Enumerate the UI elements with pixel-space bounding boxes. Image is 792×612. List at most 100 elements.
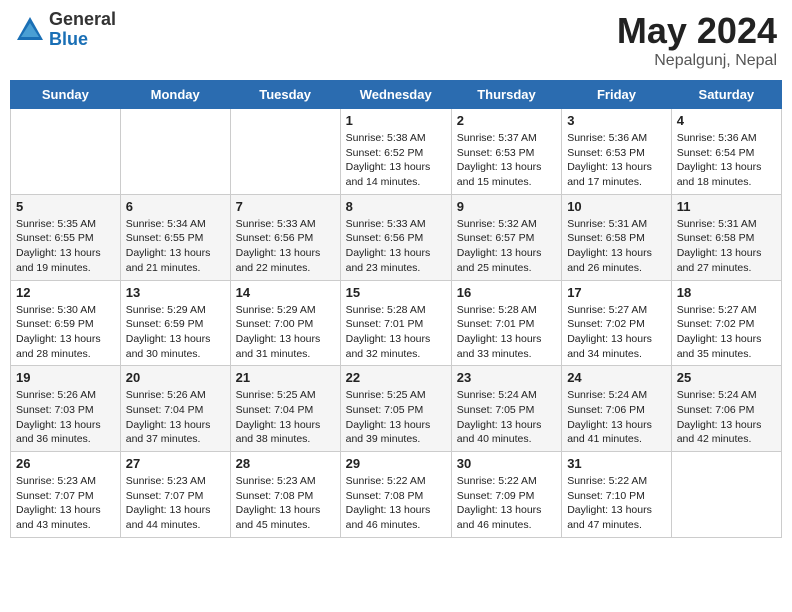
- calendar-cell-day-3: 3Sunrise: 5:36 AMSunset: 6:53 PMDaylight…: [562, 109, 672, 195]
- cell-line: Daylight: 13 hours and 27 minutes.: [677, 246, 776, 275]
- calendar-week-2: 5Sunrise: 5:35 AMSunset: 6:55 PMDaylight…: [11, 194, 782, 280]
- day-number: 23: [457, 370, 556, 385]
- cell-content: Sunrise: 5:29 AMSunset: 6:59 PMDaylight:…: [126, 303, 225, 362]
- cell-content: Sunrise: 5:24 AMSunset: 7:06 PMDaylight:…: [677, 388, 776, 447]
- day-number: 15: [346, 285, 446, 300]
- logo-blue: Blue: [49, 30, 116, 50]
- cell-content: Sunrise: 5:25 AMSunset: 7:04 PMDaylight:…: [236, 388, 335, 447]
- cell-line: Daylight: 13 hours and 46 minutes.: [346, 503, 446, 532]
- calendar-cell-day-23: 23Sunrise: 5:24 AMSunset: 7:05 PMDayligh…: [451, 366, 561, 452]
- cell-line: Daylight: 13 hours and 28 minutes.: [16, 332, 115, 361]
- calendar-cell-day-18: 18Sunrise: 5:27 AMSunset: 7:02 PMDayligh…: [671, 280, 781, 366]
- cell-line: Sunset: 6:57 PM: [457, 231, 556, 246]
- cell-line: Sunrise: 5:24 AM: [457, 388, 556, 403]
- day-number: 22: [346, 370, 446, 385]
- cell-content: Sunrise: 5:32 AMSunset: 6:57 PMDaylight:…: [457, 217, 556, 276]
- day-header-tuesday: Tuesday: [230, 81, 340, 109]
- cell-line: Daylight: 13 hours and 33 minutes.: [457, 332, 556, 361]
- day-number: 20: [126, 370, 225, 385]
- day-number: 27: [126, 456, 225, 471]
- cell-line: Sunset: 7:04 PM: [236, 403, 335, 418]
- cell-line: Sunset: 6:55 PM: [126, 231, 225, 246]
- day-number: 6: [126, 199, 225, 214]
- calendar-cell-day-6: 6Sunrise: 5:34 AMSunset: 6:55 PMDaylight…: [120, 194, 230, 280]
- cell-line: Sunrise: 5:24 AM: [677, 388, 776, 403]
- cell-line: Sunset: 6:55 PM: [16, 231, 115, 246]
- cell-line: Sunrise: 5:25 AM: [236, 388, 335, 403]
- cell-line: Sunrise: 5:32 AM: [457, 217, 556, 232]
- day-number: 12: [16, 285, 115, 300]
- calendar-cell-day-5: 5Sunrise: 5:35 AMSunset: 6:55 PMDaylight…: [11, 194, 121, 280]
- cell-line: Sunrise: 5:36 AM: [567, 131, 666, 146]
- calendar-cell-day-8: 8Sunrise: 5:33 AMSunset: 6:56 PMDaylight…: [340, 194, 451, 280]
- title-block: May 2024 Nepalgunj, Nepal: [617, 10, 777, 70]
- calendar-cell-day-12: 12Sunrise: 5:30 AMSunset: 6:59 PMDayligh…: [11, 280, 121, 366]
- cell-content: Sunrise: 5:37 AMSunset: 6:53 PMDaylight:…: [457, 131, 556, 190]
- calendar-cell-day-7: 7Sunrise: 5:33 AMSunset: 6:56 PMDaylight…: [230, 194, 340, 280]
- cell-line: Daylight: 13 hours and 15 minutes.: [457, 160, 556, 189]
- cell-line: Sunrise: 5:22 AM: [346, 474, 446, 489]
- cell-line: Daylight: 13 hours and 39 minutes.: [346, 418, 446, 447]
- calendar-cell-empty: [120, 109, 230, 195]
- day-header-thursday: Thursday: [451, 81, 561, 109]
- cell-line: Daylight: 13 hours and 46 minutes.: [457, 503, 556, 532]
- cell-line: Sunset: 6:53 PM: [457, 146, 556, 161]
- calendar-cell-day-28: 28Sunrise: 5:23 AMSunset: 7:08 PMDayligh…: [230, 452, 340, 538]
- calendar-cell-day-9: 9Sunrise: 5:32 AMSunset: 6:57 PMDaylight…: [451, 194, 561, 280]
- calendar-header-row: SundayMondayTuesdayWednesdayThursdayFrid…: [11, 81, 782, 109]
- cell-line: Sunset: 6:59 PM: [126, 317, 225, 332]
- calendar-cell-day-16: 16Sunrise: 5:28 AMSunset: 7:01 PMDayligh…: [451, 280, 561, 366]
- cell-line: Sunset: 7:08 PM: [346, 489, 446, 504]
- calendar-cell-day-26: 26Sunrise: 5:23 AMSunset: 7:07 PMDayligh…: [11, 452, 121, 538]
- cell-line: Daylight: 13 hours and 14 minutes.: [346, 160, 446, 189]
- calendar-cell-day-13: 13Sunrise: 5:29 AMSunset: 6:59 PMDayligh…: [120, 280, 230, 366]
- calendar-cell-day-31: 31 Sunrise: 5:22 AMSunset: 7:10 PMDayligh…: [562, 452, 672, 538]
- cell-content: Sunrise: 5:28 AMSunset: 7:01 PMDaylight:…: [346, 303, 446, 362]
- cell-line: Sunset: 7:06 PM: [567, 403, 666, 418]
- location-subtitle: Nepalgunj, Nepal: [617, 52, 777, 70]
- cell-line: Sunrise: 5:38 AM: [346, 131, 446, 146]
- cell-content: Sunrise: 5:22 AMSunset: 7:09 PMDaylight:…: [457, 474, 556, 533]
- cell-line: Sunrise: 5:36 AM: [677, 131, 776, 146]
- cell-line: Daylight: 13 hours and 37 minutes.: [126, 418, 225, 447]
- day-number: 25: [677, 370, 776, 385]
- cell-content: Sunrise: 5:27 AMSunset: 7:02 PMDaylight:…: [677, 303, 776, 362]
- cell-line: Sunrise: 5:33 AM: [236, 217, 335, 232]
- cell-line: Sunset: 7:02 PM: [677, 317, 776, 332]
- cell-line: Sunset: 7:07 PM: [126, 489, 225, 504]
- cell-line: Daylight: 13 hours and 36 minutes.: [16, 418, 115, 447]
- cell-line: Sunrise: 5:27 AM: [677, 303, 776, 318]
- cell-line: Sunset: 7:00 PM: [236, 317, 335, 332]
- day-number: 26: [16, 456, 115, 471]
- calendar-cell-day-14: 14Sunrise: 5:29 AMSunset: 7:00 PMDayligh…: [230, 280, 340, 366]
- cell-content: Sunrise: 5:36 AMSunset: 6:54 PMDaylight:…: [677, 131, 776, 190]
- day-number: 2: [457, 113, 556, 128]
- cell-line: Sunrise: 5:35 AM: [16, 217, 115, 232]
- cell-line: Sunset: 6:56 PM: [236, 231, 335, 246]
- cell-content: Sunrise: 5:24 AMSunset: 7:06 PMDaylight:…: [567, 388, 666, 447]
- calendar-cell-day-11: 11Sunrise: 5:31 AMSunset: 6:58 PMDayligh…: [671, 194, 781, 280]
- cell-line: Daylight: 13 hours and 35 minutes.: [677, 332, 776, 361]
- cell-line: Daylight: 13 hours and 32 minutes.: [346, 332, 446, 361]
- cell-line: Daylight: 13 hours and 26 minutes.: [567, 246, 666, 275]
- cell-line: Sunset: 7:06 PM: [677, 403, 776, 418]
- logo-icon: [15, 15, 45, 45]
- cell-content: Sunrise: 5:25 AMSunset: 7:05 PMDaylight:…: [346, 388, 446, 447]
- cell-line: Sunrise: 5:28 AM: [346, 303, 446, 318]
- cell-line: Daylight: 13 hours and 31 minutes.: [236, 332, 335, 361]
- calendar-week-4: 19Sunrise: 5:26 AMSunset: 7:03 PMDayligh…: [11, 366, 782, 452]
- cell-line: Sunset: 7:02 PM: [567, 317, 666, 332]
- calendar-cell-day-19: 19Sunrise: 5:26 AMSunset: 7:03 PMDayligh…: [11, 366, 121, 452]
- calendar-week-3: 12Sunrise: 5:30 AMSunset: 6:59 PMDayligh…: [11, 280, 782, 366]
- calendar-cell-day-21: 21Sunrise: 5:25 AMSunset: 7:04 PMDayligh…: [230, 366, 340, 452]
- cell-content: Sunrise: 5:22 AMSunset: 7:10 PMDaylight:…: [567, 474, 666, 533]
- day-header-saturday: Saturday: [671, 81, 781, 109]
- day-number: 17: [567, 285, 666, 300]
- cell-content: Sunrise: 5:22 AMSunset: 7:08 PMDaylight:…: [346, 474, 446, 533]
- cell-content: Sunrise: 5:29 AMSunset: 7:00 PMDaylight:…: [236, 303, 335, 362]
- calendar-cell-day-29: 29Sunrise: 5:22 AMSunset: 7:08 PMDayligh…: [340, 452, 451, 538]
- cell-line: Sunrise: 5:29 AM: [126, 303, 225, 318]
- cell-line: Sunset: 6:52 PM: [346, 146, 446, 161]
- cell-content: Sunrise: 5:26 AMSunset: 7:04 PMDaylight:…: [126, 388, 225, 447]
- day-number: 31: [567, 456, 666, 471]
